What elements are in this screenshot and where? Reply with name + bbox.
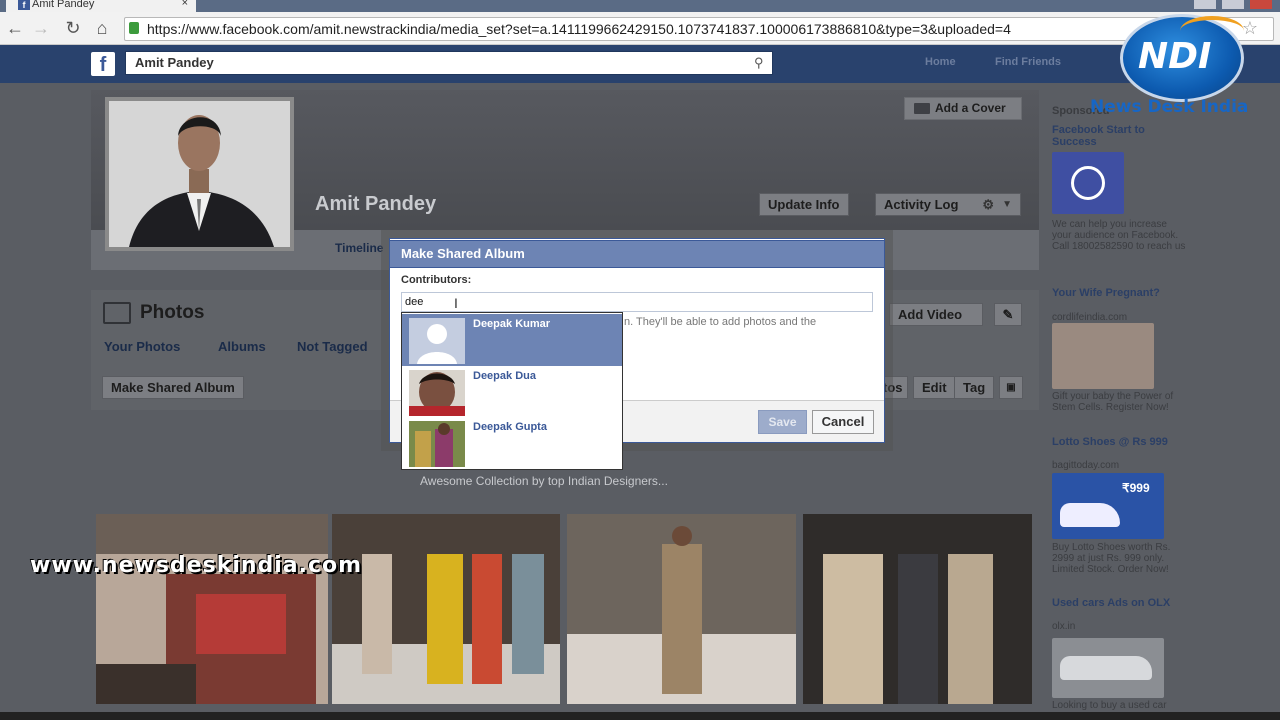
gear-icon[interactable]: ⚙ [982, 194, 994, 215]
activity-log-button[interactable]: Activity Log ⚙ ▼ [875, 193, 1021, 216]
facebook-logo-icon[interactable]: f [91, 52, 115, 76]
tag-button[interactable]: Tag [954, 376, 995, 399]
update-info-button[interactable]: Update Info [759, 193, 849, 216]
suggestion-deepak-kumar[interactable]: Deepak Kumar [402, 314, 622, 366]
browser-tab[interactable]: f Amit Pandey × [6, 0, 196, 12]
runway-photo-illustration [96, 514, 328, 704]
runway-photo-illustration [332, 514, 560, 704]
nav-home-link[interactable]: Home [925, 56, 956, 68]
back-arrow-icon[interactable]: ← [4, 17, 26, 39]
ndi-logo-text: NDI [1138, 36, 1212, 77]
suggestion-deepak-gupta[interactable]: Deepak Gupta [402, 417, 622, 469]
ndi-brand-name: News Desk India [1090, 97, 1249, 117]
facebook-favicon-icon: f [18, 0, 30, 10]
ad-image[interactable] [1052, 638, 1164, 698]
album-photo-4[interactable] [803, 514, 1032, 704]
add-video-button[interactable]: Add Video [889, 303, 983, 326]
default-avatar-icon [409, 318, 465, 364]
suggestion-deepak-dua[interactable]: Deepak Dua [402, 366, 622, 418]
runway-photo-illustration [567, 514, 796, 704]
profile-name: Amit Pandey [315, 193, 437, 215]
tab-close-icon[interactable]: × [182, 0, 188, 9]
ad-image[interactable] [1052, 323, 1154, 389]
watermark-url: www.newsdeskindia.com [30, 553, 363, 578]
album-photo-3[interactable] [567, 514, 796, 704]
timeline-tab[interactable]: Timeline [335, 241, 383, 255]
search-icon[interactable]: ⚲ [754, 55, 764, 71]
save-button[interactable]: Save [758, 410, 807, 434]
tab-title: Amit Pandey [32, 0, 95, 10]
window-close-button[interactable] [1250, 0, 1272, 9]
forward-arrow-icon[interactable]: → [30, 17, 52, 39]
suggestion-name: Deepak Dua [473, 370, 536, 382]
add-cover-label: Add a Cover [935, 101, 1006, 115]
profile-photo-illustration [409, 421, 465, 467]
reload-icon[interactable]: ↻ [62, 17, 84, 39]
options-icon[interactable]: ▣ [999, 376, 1023, 399]
window-controls [1190, 0, 1280, 10]
ad-domain: bagittoday.com [1052, 460, 1120, 471]
ad-domain: olx.in [1052, 621, 1076, 632]
photos-title: Photos [140, 302, 205, 323]
suggestion-name: Deepak Kumar [473, 318, 551, 330]
tab-not-tagged[interactable]: Not Tagged [297, 339, 368, 354]
shoe-icon [1060, 503, 1120, 527]
ad-title[interactable]: Used cars Ads on OLX [1052, 597, 1182, 609]
secure-lock-icon [129, 22, 139, 34]
profile-photo-illustration [409, 370, 465, 416]
chevron-down-icon: ▼ [1002, 199, 1012, 210]
ad-title[interactable]: Lotto Shoes @ Rs 999 [1052, 436, 1182, 448]
minimize-button[interactable] [1194, 0, 1216, 9]
dialog-title: Make Shared Album [389, 240, 885, 268]
pencil-icon[interactable]: ✎ [994, 303, 1022, 326]
text-cursor-icon: I [454, 295, 458, 311]
ad-body: Looking to buy a used car [1052, 700, 1167, 711]
avatar [409, 421, 465, 467]
ad-image[interactable] [1052, 152, 1124, 214]
tab-albums[interactable]: Albums [218, 339, 266, 354]
ad-title[interactable]: Your Wife Pregnant? [1052, 287, 1182, 299]
suggestion-name: Deepak Gupta [473, 421, 547, 433]
album-caption: Awesome Collection by top Indian Designe… [420, 474, 668, 488]
contributors-label: Contributors: [401, 274, 472, 286]
runway-photo-illustration [803, 514, 1032, 704]
ad-image[interactable]: ₹999 [1052, 473, 1164, 539]
cancel-button[interactable]: Cancel [812, 410, 874, 434]
activity-log-label: Activity Log [884, 197, 959, 212]
profile-picture[interactable] [105, 97, 294, 251]
avatar [409, 318, 465, 364]
photos-icon [103, 302, 131, 324]
wireless-icon [1071, 166, 1105, 200]
ad-body: Buy Lotto Shoes worth Rs. 2999 at just R… [1052, 542, 1171, 575]
taskbar-edge [0, 712, 1280, 720]
ad-price: ₹999 [1122, 481, 1150, 495]
profile-photo-illustration [109, 101, 290, 247]
edit-button[interactable]: Edit [913, 376, 956, 399]
album-photo-2[interactable] [332, 514, 560, 704]
camera-icon [914, 103, 930, 114]
maximize-button[interactable] [1222, 0, 1244, 9]
tab-your-photos[interactable]: Your Photos [104, 339, 180, 354]
album-photo-1[interactable] [96, 514, 328, 704]
avatar [409, 370, 465, 416]
ad-body: We can help you increase your audience o… [1052, 219, 1186, 252]
add-cover-button[interactable]: Add a Cover [904, 97, 1022, 120]
nav-find-friends-link[interactable]: Find Friends [995, 56, 1061, 68]
ad-body: Gift your baby the Power of Stem Cells. … [1052, 391, 1174, 413]
ad-domain: cordlifeindia.com [1052, 312, 1128, 323]
facebook-search-input[interactable]: Amit Pandey [125, 51, 773, 75]
car-icon [1060, 656, 1152, 680]
address-bar[interactable]: https://www.facebook.com/amit.newstracki… [124, 17, 1274, 41]
ad-title[interactable]: Facebook Start to Success [1052, 124, 1182, 148]
home-icon[interactable]: ⌂ [91, 17, 113, 39]
bookmark-star-icon[interactable]: ☆ [1242, 18, 1258, 39]
contributors-input[interactable]: dee [401, 292, 873, 312]
contributors-hint: n. They'll be able to add photos and the [624, 316, 817, 328]
make-shared-album-button[interactable]: Make Shared Album [102, 376, 244, 399]
